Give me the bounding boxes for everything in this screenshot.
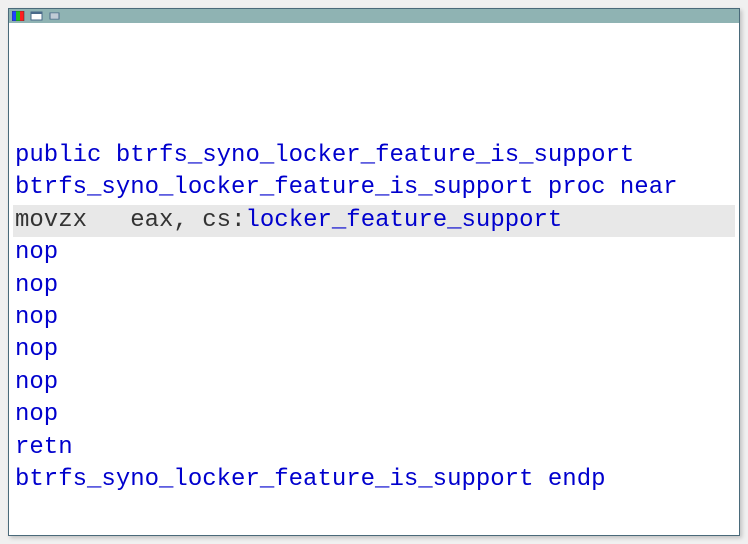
keyword-near: near xyxy=(620,174,678,201)
code-line-nop[interactable]: nop xyxy=(13,302,735,334)
code-line-nop[interactable]: nop xyxy=(13,334,735,366)
code-content[interactable]: public btrfs_syno_locker_feature_is_supp… xyxy=(9,23,739,498)
mnemonic-nop: nop xyxy=(15,369,58,396)
disassembly-window: public btrfs_syno_locker_feature_is_supp… xyxy=(8,8,740,536)
punct-colon: : xyxy=(231,207,245,234)
keyword-proc: proc xyxy=(548,174,606,201)
mnemonic-retn: retn xyxy=(15,434,73,461)
mnemonic-nop: nop xyxy=(15,401,58,428)
blank-area xyxy=(13,25,735,140)
folder-icon[interactable] xyxy=(29,10,45,22)
code-line-nop[interactable]: nop xyxy=(13,237,735,269)
titlebar xyxy=(9,9,739,23)
symbol-name[interactable]: btrfs_syno_locker_feature_is_support xyxy=(15,466,533,493)
code-line-nop[interactable]: nop xyxy=(13,367,735,399)
settings-icon[interactable] xyxy=(47,10,63,22)
mnemonic-movzx: movzx xyxy=(15,207,87,234)
code-line-public[interactable]: public btrfs_syno_locker_feature_is_supp… xyxy=(13,140,735,172)
mnemonic-nop: nop xyxy=(15,336,58,363)
register-eax: eax xyxy=(130,207,173,234)
punct-comma: , xyxy=(173,207,202,234)
symbol-name[interactable]: btrfs_syno_locker_feature_is_support xyxy=(15,174,533,201)
keyword-endp: endp xyxy=(548,466,606,493)
code-line-endp[interactable]: btrfs_syno_locker_feature_is_support end… xyxy=(13,464,735,496)
code-line-nop[interactable]: nop xyxy=(13,270,735,302)
keyword-public: public xyxy=(15,142,101,169)
code-line-current[interactable]: movzx eax, cs:locker_feature_support xyxy=(13,205,735,237)
symbol-ref[interactable]: locker_feature_support xyxy=(245,207,562,234)
symbol-name[interactable]: btrfs_syno_locker_feature_is_support xyxy=(116,142,634,169)
code-line-retn[interactable]: retn xyxy=(13,432,735,464)
code-line-proc[interactable]: btrfs_syno_locker_feature_is_support pro… xyxy=(13,172,735,204)
mnemonic-nop: nop xyxy=(15,304,58,331)
mnemonic-nop: nop xyxy=(15,272,58,299)
code-line-nop[interactable]: nop xyxy=(13,399,735,431)
color-mode-icon[interactable] xyxy=(11,10,27,22)
segment-cs: cs xyxy=(202,207,231,234)
mnemonic-nop: nop xyxy=(15,239,58,266)
